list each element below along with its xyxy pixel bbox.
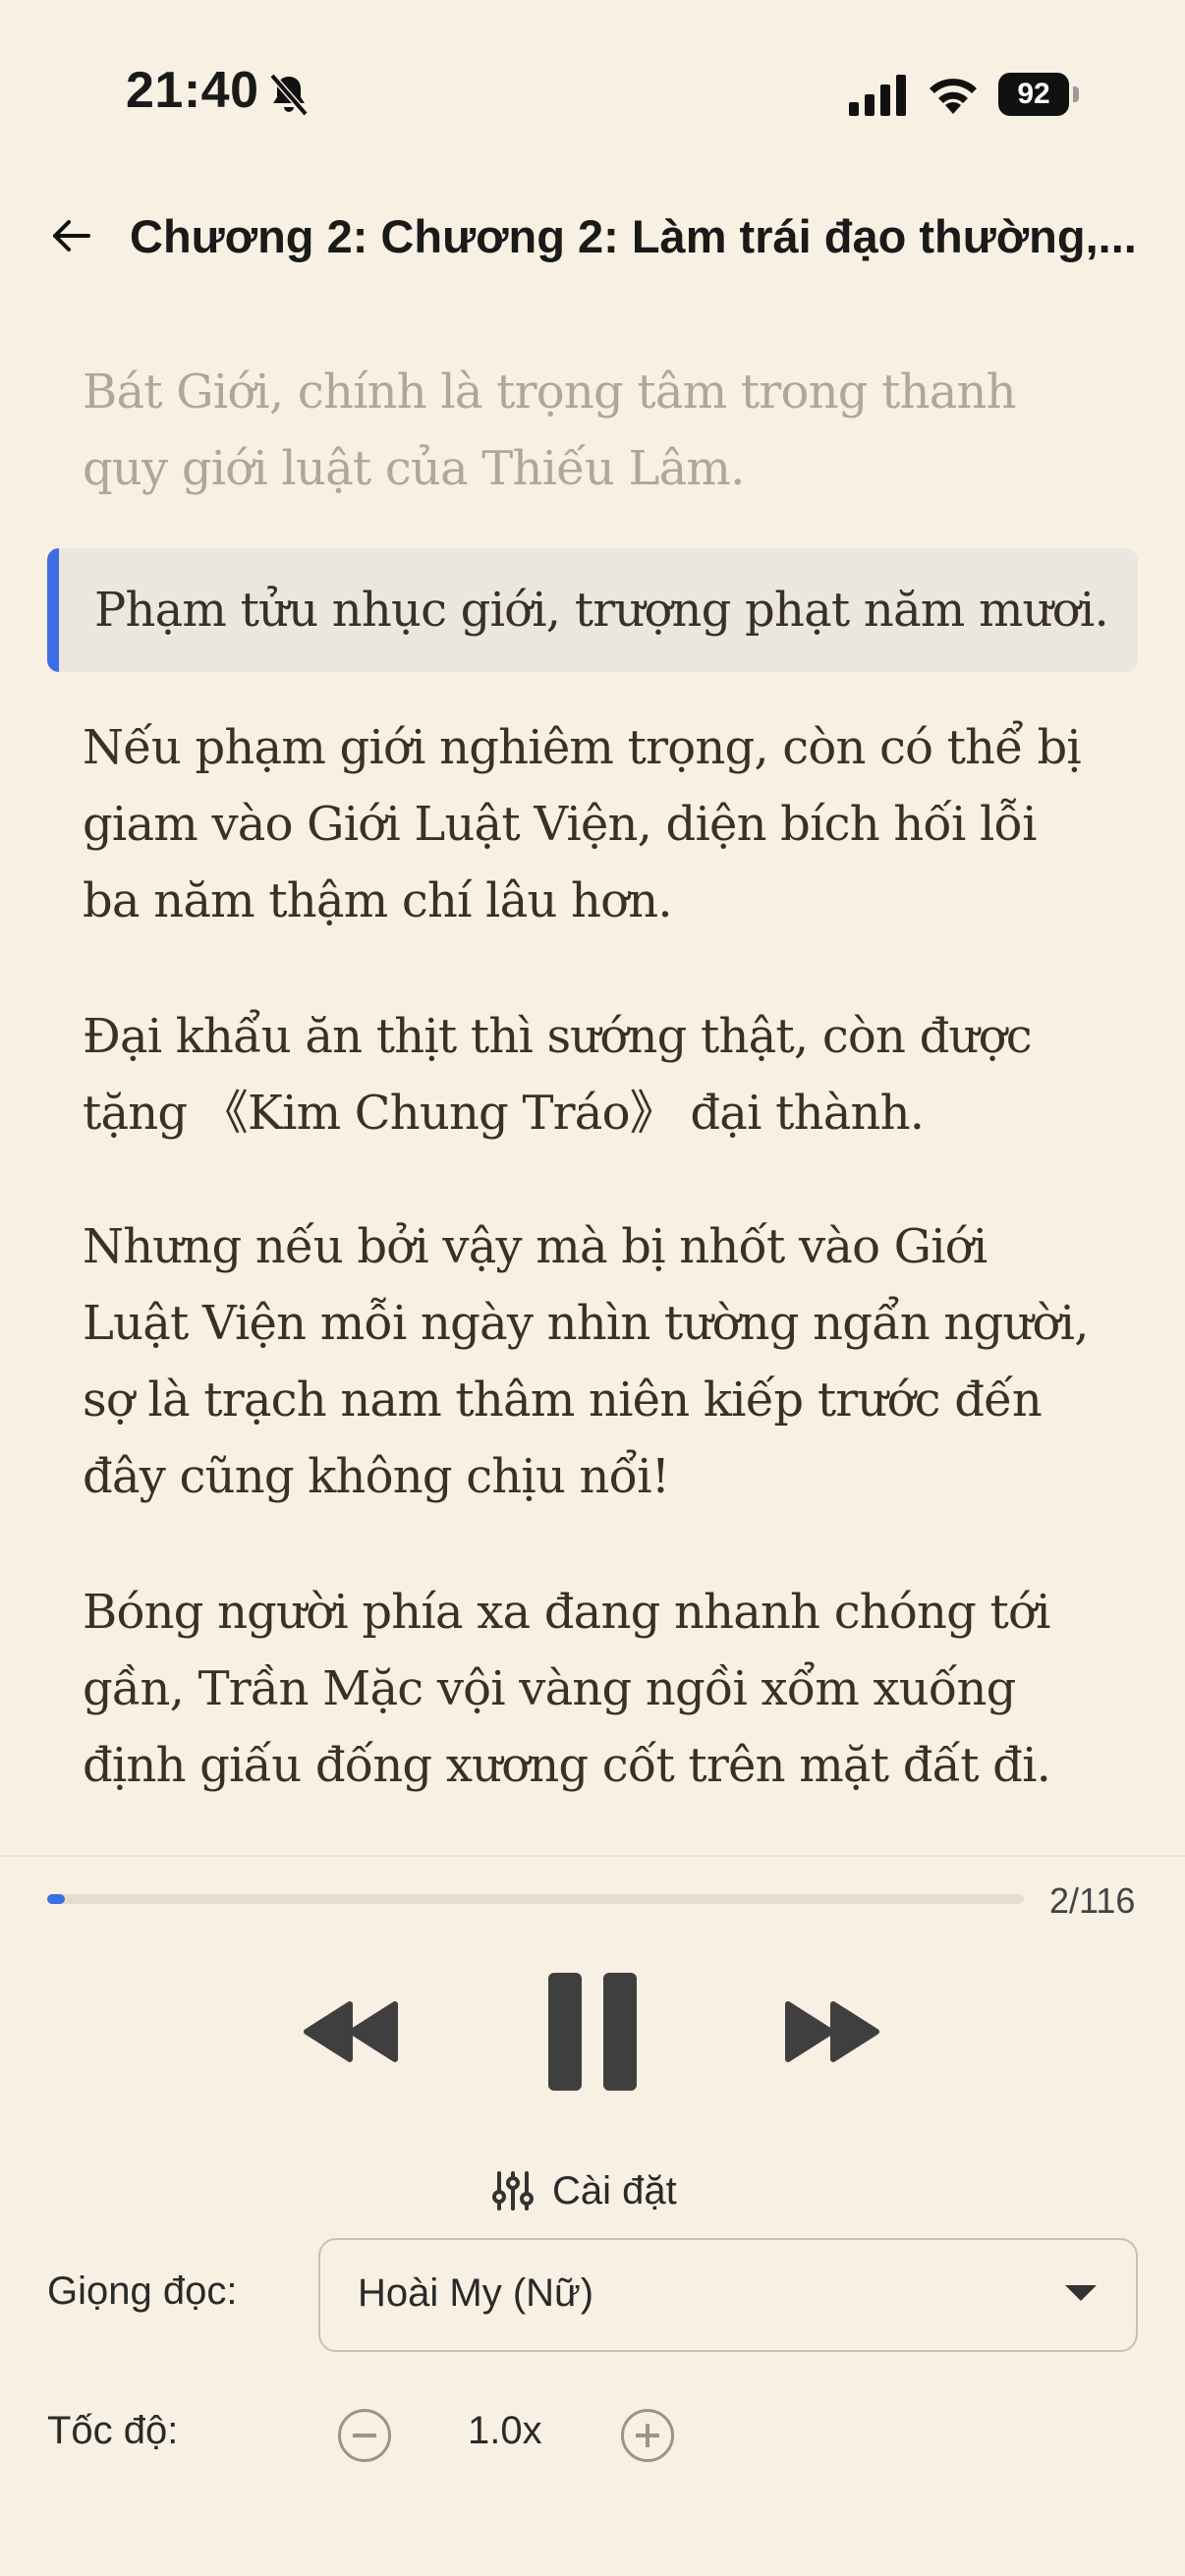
active-paragraph[interactable]: Phạm tửu nhục giới, trượng phạt năm mươi… (47, 548, 1138, 672)
paragraph[interactable]: Nhưng nếu bởi vậy mà bị nhốt vào Giới Lu… (83, 1208, 1102, 1515)
progress-bar[interactable] (47, 1894, 1024, 1904)
voice-select[interactable]: Hoài My (Nữ) (318, 2238, 1138, 2352)
rewind-icon[interactable] (303, 2000, 401, 2063)
progress-fill (47, 1894, 65, 1904)
speed-value: 1.0x (468, 2409, 542, 2452)
sliders-icon (492, 2171, 534, 2211)
battery-icon: 92 (998, 73, 1079, 116)
progress-label: 2/116 (1049, 1880, 1136, 1921)
voice-label: Giọng đọc: (47, 2269, 238, 2313)
paragraph: Phạm tửu nhục giới, trượng phạt năm mươi… (94, 583, 1109, 638)
status-time: 21:40 (126, 62, 259, 119)
bell-muted-icon (269, 73, 309, 117)
active-indicator (47, 548, 59, 672)
speed-increase-button[interactable] (621, 2409, 674, 2462)
paragraph[interactable]: Bóng người phía xa đang nhanh chóng tới … (83, 1574, 1102, 1804)
paragraph[interactable]: Bát Giới, chính là trọng tâm trong thanh… (83, 354, 1102, 507)
divider (0, 1855, 1185, 1857)
back-arrow-icon[interactable] (47, 212, 94, 259)
wifi-icon (930, 79, 977, 114)
speed-decrease-button[interactable] (338, 2409, 391, 2462)
chapter-title: Chương 2: Chương 2: Làm trái đạo thường,… (130, 210, 1137, 262)
settings-label: Cài đặt (552, 2168, 677, 2212)
header: Chương 2: Chương 2: Làm trái đạo thường,… (0, 187, 1185, 295)
speed-label: Tốc độ: (47, 2409, 179, 2452)
minus-icon (353, 2434, 376, 2437)
pause-icon[interactable] (546, 1971, 639, 2093)
settings-button[interactable]: Cài đặt (491, 2161, 677, 2220)
voice-value: Hoài My (Nữ) (358, 2271, 594, 2315)
status-bar: 21:40 92 (0, 0, 1185, 187)
fast-forward-icon[interactable] (782, 2000, 880, 2063)
paragraph[interactable]: Đại khẩu ăn thịt thì sướng thật, còn đượ… (83, 998, 1102, 1151)
cellular-signal-icon (849, 75, 906, 116)
battery-level: 92 (998, 73, 1069, 116)
paragraph[interactable]: Nếu phạm giới nghiêm trọng, còn có thể b… (83, 709, 1102, 939)
chevron-down-icon (1065, 2285, 1097, 2301)
